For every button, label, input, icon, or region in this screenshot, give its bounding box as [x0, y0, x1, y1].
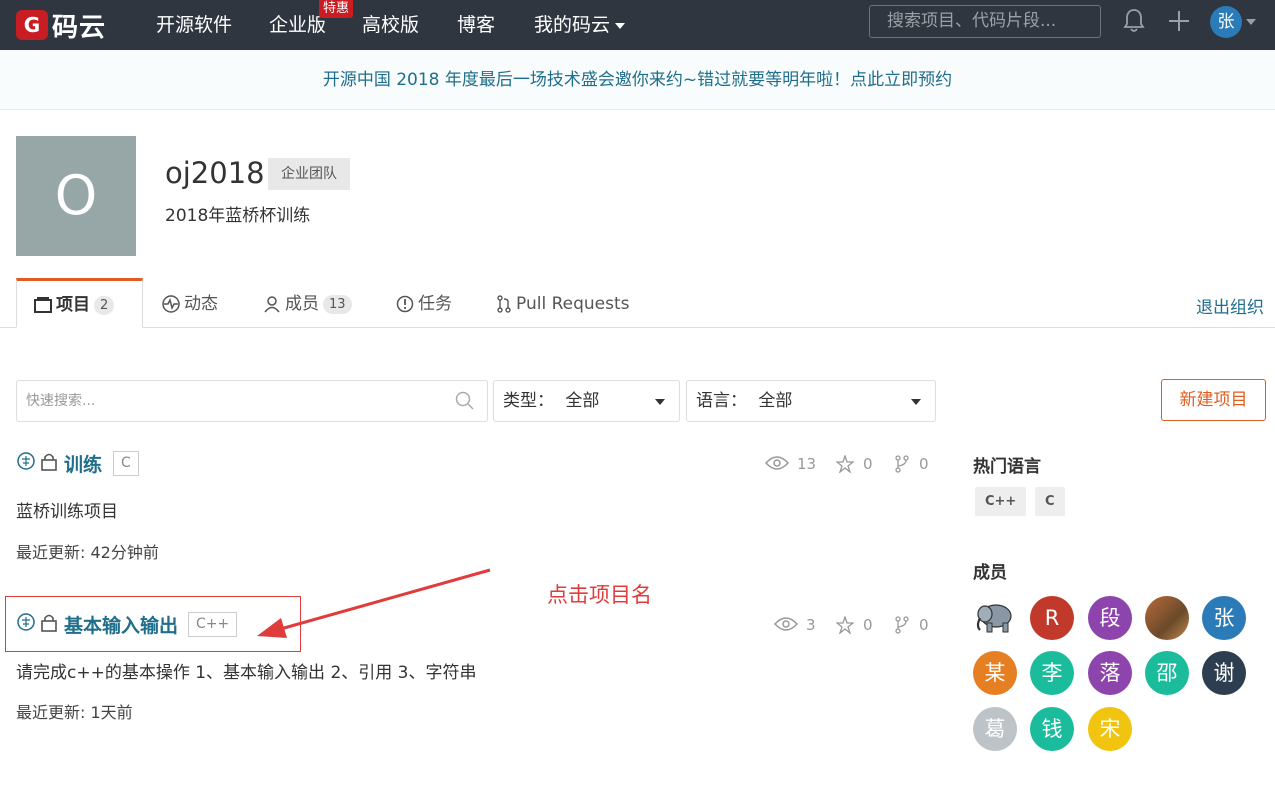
- project-description: 请完成c++的基本操作 1、基本输入输出 2、引用 3、字符串: [16, 663, 477, 683]
- tab-activity-label: 动态: [184, 294, 218, 314]
- member-avatar[interactable]: 张: [1202, 596, 1246, 640]
- tab-projects-label: 项目: [56, 295, 90, 315]
- elephant-icon: [976, 604, 1012, 633]
- project-view-count: 3: [806, 616, 816, 634]
- tab-activity[interactable]: 动态: [162, 278, 218, 328]
- member-avatar[interactable]: 钱: [1030, 707, 1074, 751]
- tab-members[interactable]: 成员 13: [263, 278, 352, 328]
- tab-projects[interactable]: 项目 2: [16, 278, 143, 328]
- user-avatar[interactable]: 张: [1210, 6, 1242, 38]
- event-banner[interactable]: 开源中国 2018 年度最后一场技术盛会邀你来约~错过就要等明年啦！点此立即预约: [0, 50, 1275, 110]
- member-avatar[interactable]: R: [1030, 596, 1074, 640]
- project-search-placeholder: 快速搜索...: [26, 393, 96, 409]
- project-description: 蓝桥训练项目: [16, 502, 118, 522]
- enterprise-icon: [17, 452, 35, 470]
- type-filter-label: 类型：: [503, 391, 554, 411]
- annotation-arrow-icon: [257, 568, 491, 638]
- chevron-down-icon: [615, 22, 626, 29]
- project-updated-time: 最近更新: 1天前: [16, 703, 133, 722]
- team-tabs: 项目 2 动态 成员 13 任务 Pull Requests: [0, 278, 1275, 328]
- tab-pull-requests-label: Pull Requests: [516, 294, 630, 314]
- tab-issues[interactable]: 任务: [396, 278, 452, 328]
- member-avatar[interactable]: 邵: [1145, 651, 1189, 695]
- member-avatar[interactable]: 宋: [1088, 707, 1132, 751]
- issue-icon: [396, 295, 414, 313]
- project-star-count: 0: [863, 455, 873, 473]
- member-avatar[interactable]: 谢: [1202, 651, 1246, 695]
- project-fork-count: 0: [919, 455, 929, 473]
- logo-icon: G: [16, 10, 48, 40]
- star-icon[interactable]: [836, 455, 854, 473]
- project-view-count: 13: [797, 455, 817, 473]
- tab-pull-requests[interactable]: Pull Requests: [496, 278, 630, 328]
- quit-organization-link[interactable]: 退出组织: [1196, 293, 1264, 318]
- bell-icon[interactable]: [1123, 8, 1145, 34]
- logo-text: 码云: [52, 12, 107, 43]
- type-filter-value: 全部: [565, 391, 600, 411]
- user-icon: [264, 296, 280, 313]
- team-avatar: O: [16, 136, 136, 256]
- team-type-badge: 企业团队: [268, 158, 350, 190]
- member-avatar[interactable]: 某: [973, 651, 1017, 695]
- search-icon[interactable]: [455, 391, 475, 411]
- activity-icon: [162, 295, 180, 313]
- tab-members-count: 13: [323, 294, 352, 314]
- team-description: 2018年蓝桥杯训练: [165, 206, 311, 226]
- fork-icon[interactable]: [894, 455, 910, 473]
- eye-icon[interactable]: [774, 616, 798, 632]
- type-filter-select[interactable]: 类型： 全部: [493, 380, 680, 422]
- pull-request-icon: [497, 295, 511, 313]
- member-avatar[interactable]: [973, 596, 1017, 640]
- members-title: 成员: [973, 563, 1007, 583]
- hot-language-tag[interactable]: C++: [975, 487, 1027, 516]
- new-project-button[interactable]: 新建项目: [1161, 379, 1266, 421]
- hot-languages-title: 热门语言: [973, 457, 1041, 477]
- project-search-input[interactable]: 快速搜索...: [16, 380, 488, 422]
- top-search-input[interactable]: 搜索项目、代码片段...: [869, 5, 1101, 38]
- tab-issues-label: 任务: [418, 294, 452, 314]
- project-updated-time: 最近更新: 42分钟前: [16, 543, 159, 562]
- language-filter-value: 全部: [758, 391, 793, 411]
- member-avatar[interactable]: 葛: [973, 707, 1017, 751]
- project-language-tag: C: [113, 451, 139, 476]
- folder-icon: [34, 297, 52, 313]
- annotation-note: 点击项目名: [547, 583, 652, 607]
- language-filter-label: 语言：: [696, 391, 747, 411]
- nav-university[interactable]: 高校版: [362, 10, 419, 40]
- special-offer-badge: 特惠: [319, 0, 354, 18]
- chevron-down-icon: [655, 399, 665, 405]
- member-avatar[interactable]: 段: [1088, 596, 1132, 640]
- project-fork-count: 0: [919, 616, 929, 634]
- project-title-training[interactable]: 训练: [64, 450, 102, 477]
- team-name: oj2018: [165, 156, 265, 190]
- member-photo-avatar[interactable]: [1145, 596, 1189, 640]
- member-avatar[interactable]: 李: [1030, 651, 1074, 695]
- logo[interactable]: G 码云: [16, 8, 107, 43]
- tab-members-label: 成员: [285, 294, 319, 314]
- nav-open-source[interactable]: 开源软件: [156, 10, 232, 40]
- nav-enterprise[interactable]: 企业版: [269, 10, 326, 40]
- top-navbar: G 码云 开源软件 企业版 特惠 高校版 博客 我的码云 搜索项目、代码片段..…: [0, 0, 1275, 50]
- nav-my-gitee-label: 我的码云: [534, 14, 611, 36]
- member-avatar[interactable]: 落: [1088, 651, 1132, 695]
- nav-blog[interactable]: 博客: [457, 10, 495, 40]
- plus-icon[interactable]: [1167, 9, 1191, 33]
- tab-projects-count: 2: [94, 295, 115, 315]
- user-menu-chevron-icon[interactable]: [1246, 19, 1256, 25]
- language-filter-select[interactable]: 语言： 全部: [686, 380, 936, 422]
- nav-my-gitee[interactable]: 我的码云: [534, 10, 626, 40]
- lock-icon: [41, 453, 57, 471]
- star-icon[interactable]: [836, 616, 854, 634]
- eye-icon[interactable]: [765, 455, 789, 471]
- hot-language-tag[interactable]: C: [1035, 487, 1065, 516]
- project-star-count: 0: [863, 616, 873, 634]
- chevron-down-icon: [911, 399, 921, 405]
- fork-icon[interactable]: [894, 616, 910, 634]
